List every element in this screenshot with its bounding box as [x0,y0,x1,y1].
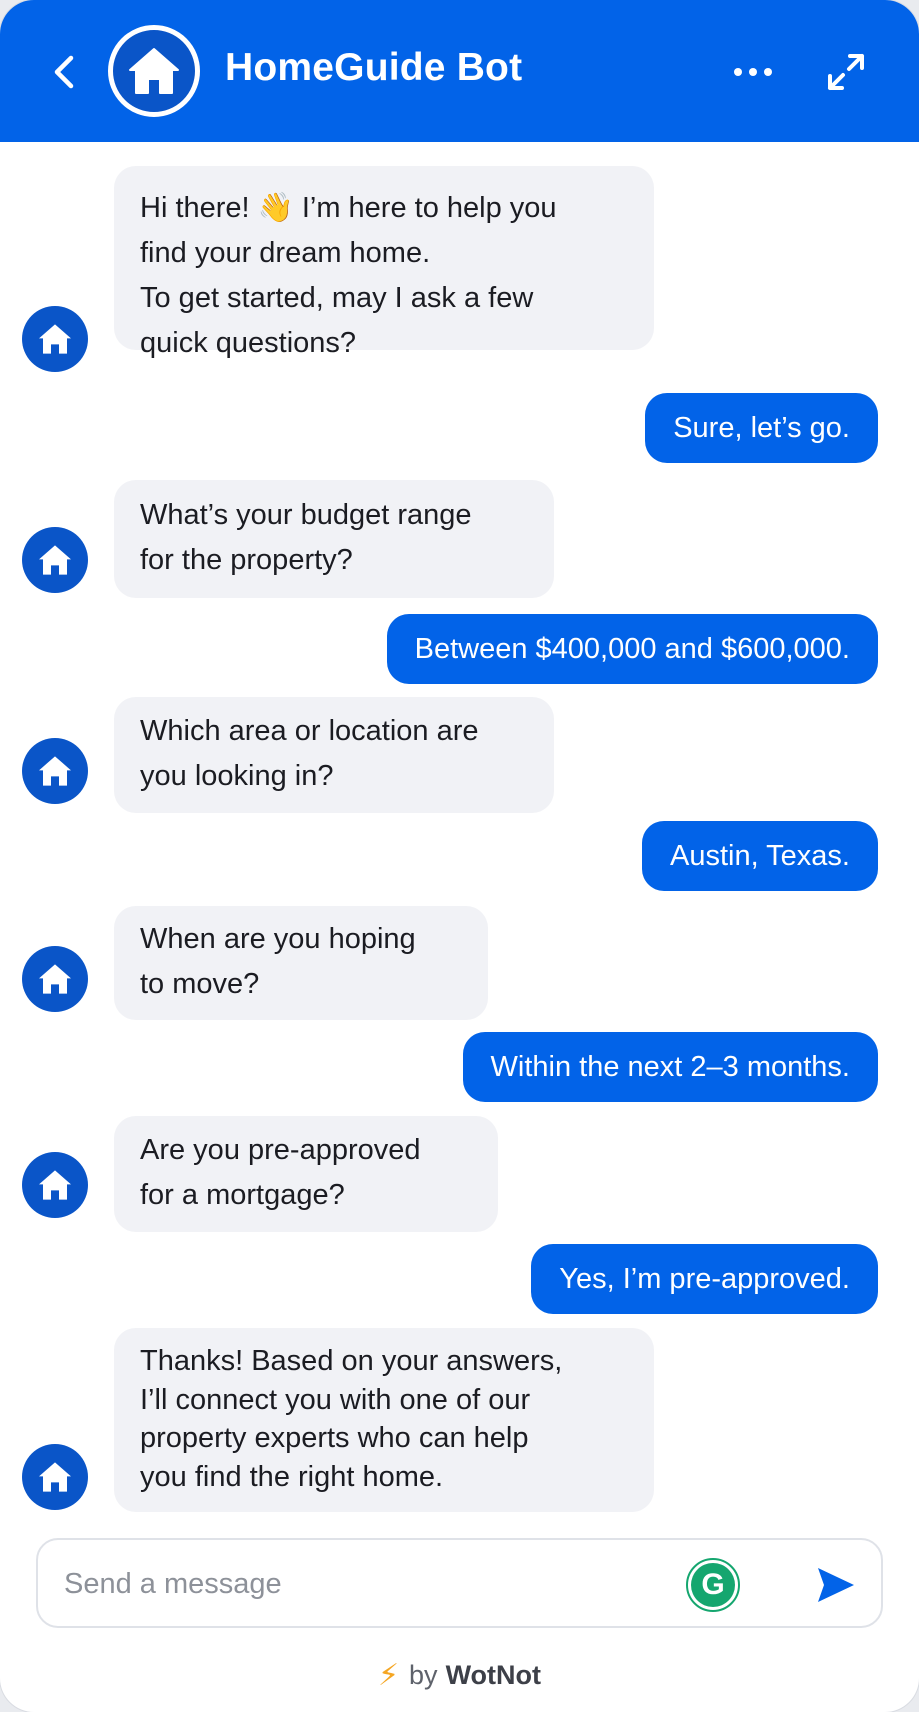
user-message: Austin, Texas. [641,821,878,891]
home-icon [39,324,71,354]
home-icon [39,964,71,994]
bot-avatar-header [108,25,200,117]
bot-message: What’s your budget range for the propert… [114,480,554,598]
message-line: Which area or location are [140,715,479,747]
bot-message: Thanks! Based on your answers, I’ll conn… [114,1328,654,1512]
home-icon [39,1170,71,1200]
more-horizontal-icon [734,68,772,76]
message-line: property experts who can help [140,1422,529,1454]
message-line: When are you hoping [140,923,416,955]
message-line: What’s your budget range [140,499,472,531]
powered-by-footer[interactable]: ⚡ by WotNot [0,1650,919,1700]
bot-avatar [22,306,88,372]
message-line: I’ll connect you with one of our [140,1383,531,1416]
message-composer: G [36,1538,883,1628]
bot-message: Hi there! 👋 I’m here to help you find yo… [114,166,654,359]
grammarly-icon: G [691,1563,735,1607]
user-message: Yes, I’m pre-approved. [531,1244,878,1314]
footer-prefix: by [409,1659,438,1690]
message-list[interactable]: Hi there! 👋 I’m here to help you find yo… [0,142,919,1522]
user-message: Between $400,000 and $600,000. [386,614,878,684]
lightning-icon: ⚡ [377,1658,400,1692]
chat-header: HomeGuide Bot [0,0,919,142]
home-icon [39,756,71,786]
message-line: Are you pre-approved [140,1134,421,1166]
message-line: To get started, may I ask a few [140,282,534,314]
message-line: you find the right home. [140,1460,444,1493]
message-line: quick questions? [140,327,357,359]
message-line: find your dream home. [140,237,431,269]
chevron-left-icon [54,55,74,89]
message-line: Hi there! 👋 I’m here to help you [140,192,557,224]
footer-brand: WotNot [445,1659,542,1690]
bot-message: Are you pre-approved for a mortgage? [114,1116,498,1232]
message-line: for a mortgage? [140,1179,345,1211]
grammarly-button[interactable]: G [686,1558,740,1612]
bot-avatar [22,738,88,804]
bot-avatar [22,946,88,1012]
expand-icon [828,54,864,90]
send-icon [818,1568,854,1602]
send-button[interactable] [810,1560,862,1610]
user-message: Sure, let’s go. [645,393,878,463]
home-icon [39,1462,71,1492]
bot-avatar [22,1444,88,1510]
home-icon [39,545,71,575]
bot-title: HomeGuide Bot [225,46,523,89]
bot-message: When are you hoping to move? [114,906,488,1020]
message-line: for the property? [140,544,353,576]
chat-widget: HomeGuide Bot Hi there! 👋 I’m here to he… [0,0,919,1712]
more-options-button[interactable] [726,52,780,92]
message-line: you looking in? [140,760,334,792]
user-message: Within the next 2–3 months. [462,1032,878,1102]
home-icon [129,48,179,94]
bot-avatar [22,527,88,593]
back-button[interactable] [40,44,88,100]
expand-button[interactable] [818,44,874,100]
message-input[interactable] [64,1558,664,1610]
bot-message: Which area or location are you looking i… [114,697,554,813]
message-line: to move? [140,968,260,1000]
bot-avatar [22,1152,88,1218]
message-line: Thanks! Based on your answers, [140,1345,563,1377]
